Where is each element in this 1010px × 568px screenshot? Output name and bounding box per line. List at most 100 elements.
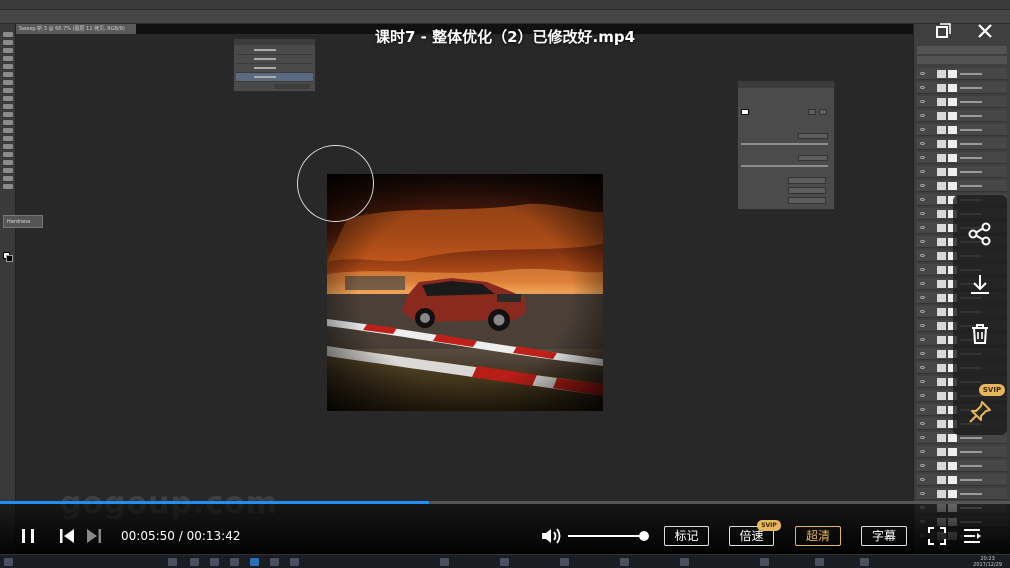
pin-svip-badge: SVIP — [979, 384, 1005, 396]
layers-filter-bar — [917, 46, 1007, 54]
taskbar-app-icon[interactable] — [270, 558, 279, 566]
volume-slider[interactable] — [568, 535, 644, 537]
close-icon[interactable] — [974, 20, 996, 42]
taskbar-app-icon[interactable] — [815, 558, 824, 566]
layer-thumbnail — [937, 350, 946, 358]
layer-name — [960, 451, 982, 453]
layer-thumbnail — [937, 70, 946, 78]
taskbar-app-icon[interactable] — [230, 558, 239, 566]
taskbar-app-icon[interactable] — [440, 558, 449, 566]
tool-blur-icon — [3, 128, 13, 133]
layer-thumbnail — [937, 336, 946, 344]
layer-row — [917, 138, 1007, 150]
tool-dodge-icon — [3, 136, 13, 141]
layer-thumbnail — [937, 378, 946, 386]
restore-icon[interactable] — [932, 20, 954, 42]
layer-row — [917, 110, 1007, 122]
layer-row — [917, 166, 1007, 178]
taskbar-app-icon[interactable] — [620, 558, 629, 566]
eye-icon — [920, 422, 925, 425]
eye-icon — [920, 492, 925, 495]
layer-mask-thumbnail — [948, 140, 957, 148]
layer-thumbnail — [937, 448, 946, 456]
tool-brush-icon — [3, 88, 13, 93]
layer-name — [960, 87, 982, 89]
layer-thumbnail — [937, 364, 946, 372]
tool-lasso-icon — [3, 48, 13, 53]
layer-thumbnail — [937, 490, 946, 498]
layer-name — [960, 143, 982, 145]
share-icon[interactable] — [966, 220, 994, 248]
tool-type-icon — [3, 152, 13, 157]
pin-icon[interactable] — [966, 398, 994, 426]
layer-thumbnail — [937, 84, 946, 92]
color-range-button — [788, 187, 826, 194]
density-field — [798, 133, 828, 139]
properties-field — [819, 109, 827, 115]
taskbar-clock: 20:23 2017/12/29 — [973, 556, 1002, 568]
layer-name — [960, 171, 982, 173]
quality-button[interactable]: 超清 — [795, 526, 841, 546]
select-mask-button — [788, 177, 826, 184]
subtitle-button[interactable]: 字幕 — [861, 526, 907, 546]
ps-options-bar — [0, 10, 1010, 24]
eye-icon — [920, 170, 925, 173]
volume-icon[interactable] — [540, 526, 562, 546]
playlist-icon[interactable] — [961, 525, 983, 547]
layer-thumbnail — [937, 224, 946, 232]
progress-fill — [0, 501, 430, 504]
layer-name — [960, 465, 982, 467]
skip-forward-icon[interactable] — [84, 526, 104, 546]
taskbar-app-icon[interactable] — [680, 558, 689, 566]
eye-icon — [920, 128, 925, 131]
start-icon[interactable] — [4, 558, 13, 566]
fullscreen-icon[interactable] — [926, 525, 948, 547]
layer-mask-thumbnail — [948, 462, 957, 470]
taskbar-app-icon[interactable] — [210, 558, 219, 566]
tool-path-select-icon — [3, 160, 13, 165]
layer-mask-thumbnail — [948, 448, 957, 456]
eye-icon — [920, 324, 925, 327]
layer-row — [917, 488, 1007, 500]
layer-row — [917, 68, 1007, 80]
eye-icon — [920, 464, 925, 467]
layers-blend-bar — [917, 56, 1007, 64]
layer-name — [960, 493, 982, 495]
background-color-swatch — [6, 255, 13, 262]
taskbar-app-icon[interactable] — [760, 558, 769, 566]
layer-thumbnail — [937, 210, 946, 218]
mark-button[interactable]: 标记 — [664, 526, 709, 546]
taskbar-app-icon[interactable] — [290, 558, 299, 566]
eye-icon — [920, 142, 925, 145]
layer-mask-thumbnail — [948, 182, 957, 190]
layer-mask-thumbnail — [948, 98, 957, 106]
eye-icon — [920, 352, 925, 355]
trash-icon[interactable] — [966, 320, 994, 348]
tool-zoom-icon — [3, 184, 13, 189]
eye-icon — [920, 296, 925, 299]
ps-menubar — [0, 0, 1010, 10]
layer-thumbnail — [937, 252, 946, 260]
history-row — [236, 55, 313, 64]
tool-wand-icon — [3, 56, 13, 61]
taskbar-app-icon[interactable] — [190, 558, 199, 566]
volume-knob[interactable] — [639, 531, 649, 541]
brush-hardness-flyout: Hardness — [3, 215, 43, 228]
taskbar-app-icon[interactable] — [168, 558, 177, 566]
taskbar-app-icon[interactable] — [500, 558, 509, 566]
taskbar-app-icon[interactable] — [860, 558, 869, 566]
layer-thumbnail — [937, 154, 946, 162]
layer-thumbnail — [937, 420, 946, 428]
skip-back-icon[interactable] — [57, 526, 77, 546]
taskbar-app-icon[interactable] — [560, 558, 569, 566]
eye-icon — [920, 100, 925, 103]
layer-thumbnail — [937, 112, 946, 120]
pause-icon[interactable] — [18, 526, 38, 546]
eye-icon — [920, 268, 925, 271]
ps-properties-panel — [737, 80, 835, 210]
layer-row — [917, 446, 1007, 458]
layer-thumbnail — [937, 168, 946, 176]
feather-slider — [741, 165, 828, 167]
taskbar-photoshop-icon[interactable] — [250, 558, 259, 566]
download-icon[interactable] — [966, 271, 994, 299]
